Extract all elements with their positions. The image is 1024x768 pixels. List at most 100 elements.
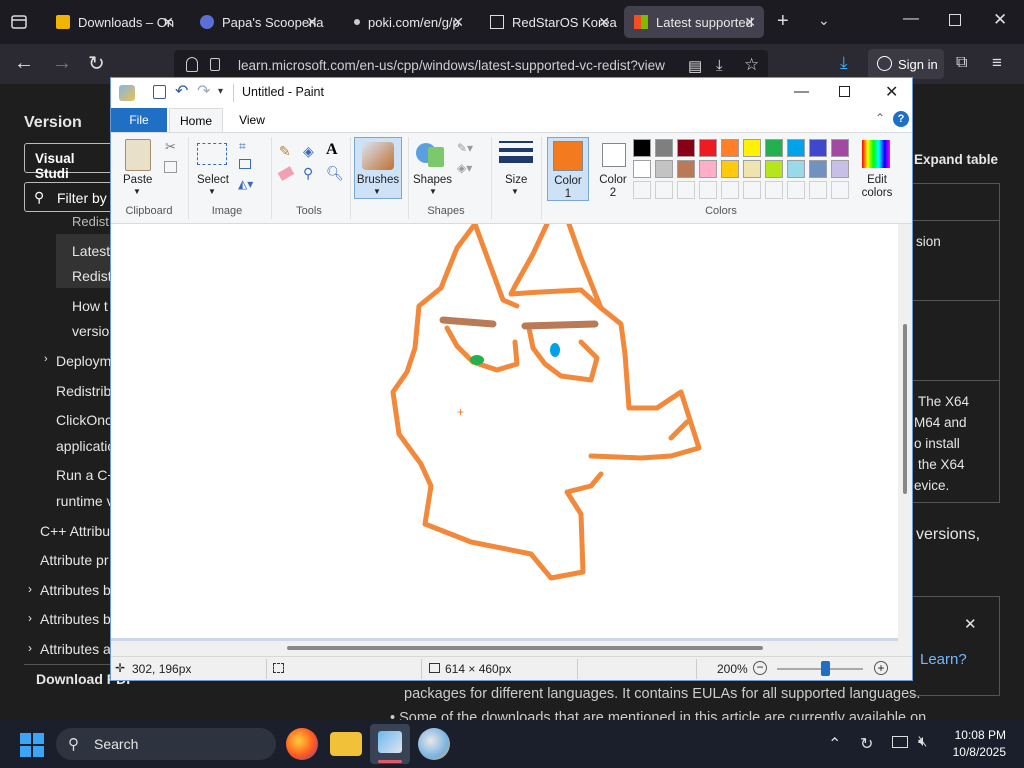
expand-table-button[interactable]: Expand table bbox=[914, 152, 998, 167]
paint-taskbar-button[interactable] bbox=[370, 724, 410, 764]
chevron-up-icon[interactable]: ⌃ bbox=[828, 734, 841, 754]
minimize-icon[interactable]: — bbox=[903, 10, 919, 28]
windows-start-icon[interactable] bbox=[20, 733, 44, 757]
palette-swatch[interactable] bbox=[699, 139, 717, 157]
tab-papas-scooperia[interactable]: Papa's Scooperia ✕ bbox=[190, 6, 326, 38]
bookmark-star-icon[interactable]: ☆ bbox=[744, 55, 759, 75]
back-icon[interactable]: ← bbox=[14, 52, 34, 75]
palette-swatch[interactable] bbox=[743, 181, 761, 199]
color1-button[interactable]: Color 1 bbox=[547, 137, 589, 201]
palette-swatch[interactable] bbox=[809, 139, 827, 157]
clock-date[interactable]: 10/8/2025 bbox=[948, 745, 1006, 759]
nav-item-attributes-by-group[interactable]: Attributes b bbox=[40, 582, 111, 598]
palette-swatch[interactable] bbox=[809, 160, 827, 178]
nav-item-redistributing[interactable]: Redistrib bbox=[56, 383, 111, 399]
clipboard-icon[interactable] bbox=[125, 139, 151, 171]
firefox-icon[interactable] bbox=[286, 728, 318, 760]
address-bar[interactable]: learn.microsoft.com/en-us/cpp/windows/la… bbox=[174, 50, 768, 80]
palette-swatch[interactable] bbox=[677, 139, 695, 157]
chevron-down-icon[interactable]: ▼ bbox=[429, 187, 437, 196]
chevron-down-icon[interactable]: ▼ bbox=[208, 187, 216, 196]
palette-swatch[interactable] bbox=[655, 139, 673, 157]
zoom-slider-thumb[interactable] bbox=[821, 661, 830, 676]
color2-button[interactable]: Color 2 bbox=[593, 137, 635, 201]
file-tab[interactable]: File bbox=[111, 108, 167, 132]
shapes-button[interactable]: Shapes bbox=[413, 174, 452, 186]
shapes-icon[interactable] bbox=[416, 141, 450, 169]
nav-item-redist[interactable]: Redist bbox=[72, 214, 109, 229]
file-explorer-icon[interactable] bbox=[330, 732, 362, 756]
forward-icon[interactable]: → bbox=[52, 52, 72, 75]
close-tab-icon[interactable]: ✕ bbox=[452, 14, 464, 31]
quick-access-dropdown-icon[interactable]: ▾ bbox=[218, 86, 223, 97]
palette-swatch[interactable] bbox=[787, 181, 805, 199]
extensions-icon[interactable]: ⧉ bbox=[956, 54, 967, 72]
close-tab-icon[interactable]: ✕ bbox=[162, 14, 174, 31]
size-icon[interactable] bbox=[499, 141, 533, 169]
edit-colors-button[interactable]: Edit colors bbox=[857, 137, 897, 201]
clock-time[interactable]: 10:08 PM bbox=[948, 728, 1006, 742]
nav-item-run-cpp[interactable]: Run a C+ bbox=[56, 467, 116, 483]
close-window-icon[interactable]: ✕ bbox=[993, 10, 1007, 30]
undo-icon[interactable]: ↶ bbox=[175, 81, 188, 101]
size-button[interactable]: Size bbox=[505, 174, 527, 186]
close-feedback-icon[interactable]: ✕ bbox=[964, 615, 977, 633]
close-tab-icon[interactable]: ✕ bbox=[306, 14, 318, 31]
shape-fill-icon[interactable]: ◈▾ bbox=[457, 161, 472, 175]
menu-icon[interactable]: ≡ bbox=[992, 53, 1002, 73]
close-tab-icon[interactable]: ✕ bbox=[598, 14, 610, 31]
close-tab-icon[interactable]: ✕ bbox=[744, 14, 756, 31]
nav-item-redist-2[interactable]: Redist bbox=[72, 268, 112, 284]
palette-swatch[interactable] bbox=[721, 139, 739, 157]
chevron-right-icon[interactable]: › bbox=[44, 353, 48, 365]
chevron-down-icon[interactable]: ▼ bbox=[511, 187, 519, 196]
cut-icon[interactable]: ✂ bbox=[165, 139, 176, 155]
chevron-right-icon[interactable]: › bbox=[28, 611, 32, 625]
paint-maximize-icon[interactable] bbox=[839, 86, 850, 97]
palette-swatch[interactable] bbox=[655, 181, 673, 199]
pencil-icon[interactable]: ✎ bbox=[279, 143, 291, 160]
chevron-right-icon[interactable]: › bbox=[28, 582, 32, 596]
rotate-icon[interactable]: ◭▾ bbox=[238, 177, 253, 191]
paint-app-icon[interactable] bbox=[418, 728, 450, 760]
paint-minimize-icon[interactable]: — bbox=[794, 83, 809, 100]
palette-swatch[interactable] bbox=[765, 139, 783, 157]
chevron-right-icon[interactable]: › bbox=[28, 641, 32, 655]
palette-swatch[interactable] bbox=[677, 160, 695, 178]
sync-icon[interactable]: ↻ bbox=[860, 734, 873, 754]
nav-item-cpp-attributes[interactable]: C++ Attribu bbox=[40, 523, 110, 539]
paint-close-icon[interactable]: ✕ bbox=[885, 82, 898, 102]
restore-icon[interactable] bbox=[949, 14, 961, 26]
nav-item-how-to[interactable]: How t bbox=[72, 298, 108, 314]
palette-swatch[interactable] bbox=[655, 160, 673, 178]
nav-item-deployment[interactable]: Deploym bbox=[56, 353, 111, 369]
home-tab[interactable]: Home bbox=[169, 108, 223, 133]
select-icon[interactable] bbox=[197, 143, 227, 165]
nav-item-latest[interactable]: Latest bbox=[72, 243, 110, 259]
palette-swatch[interactable] bbox=[633, 181, 651, 199]
vertical-scrollbar[interactable] bbox=[898, 224, 912, 656]
magnifier-icon[interactable]: 🔍︎ bbox=[326, 165, 344, 182]
save-icon[interactable] bbox=[153, 85, 166, 99]
fill-icon[interactable]: ◈ bbox=[303, 143, 314, 160]
palette-swatch[interactable] bbox=[721, 160, 739, 178]
horizontal-scrollbar[interactable] bbox=[111, 641, 898, 656]
tab-downloads[interactable]: Downloads – On ✕ bbox=[46, 6, 182, 38]
palette-swatch[interactable] bbox=[743, 160, 761, 178]
palette-swatch[interactable] bbox=[699, 160, 717, 178]
zoom-out-icon[interactable]: − bbox=[753, 661, 767, 675]
palette-swatch[interactable] bbox=[809, 181, 827, 199]
palette-swatch[interactable] bbox=[765, 160, 783, 178]
chevron-down-icon[interactable]: ▼ bbox=[133, 187, 141, 196]
display-icon[interactable] bbox=[892, 736, 908, 748]
eraser-icon[interactable] bbox=[277, 166, 295, 181]
reload-icon[interactable]: ↻ bbox=[88, 51, 105, 76]
download-page-icon[interactable]: ⤓ bbox=[716, 57, 723, 74]
nav-item-attributes-by-usage[interactable]: Attributes b bbox=[40, 611, 111, 627]
nav-item-version[interactable]: versio bbox=[72, 323, 109, 339]
palette-swatch[interactable] bbox=[633, 160, 651, 178]
vertical-scroll-thumb[interactable] bbox=[903, 324, 907, 494]
copy-icon[interactable] bbox=[164, 161, 177, 173]
redo-icon[interactable]: ↷ bbox=[197, 81, 210, 101]
downloads-icon[interactable]: ⤓ bbox=[840, 53, 848, 73]
